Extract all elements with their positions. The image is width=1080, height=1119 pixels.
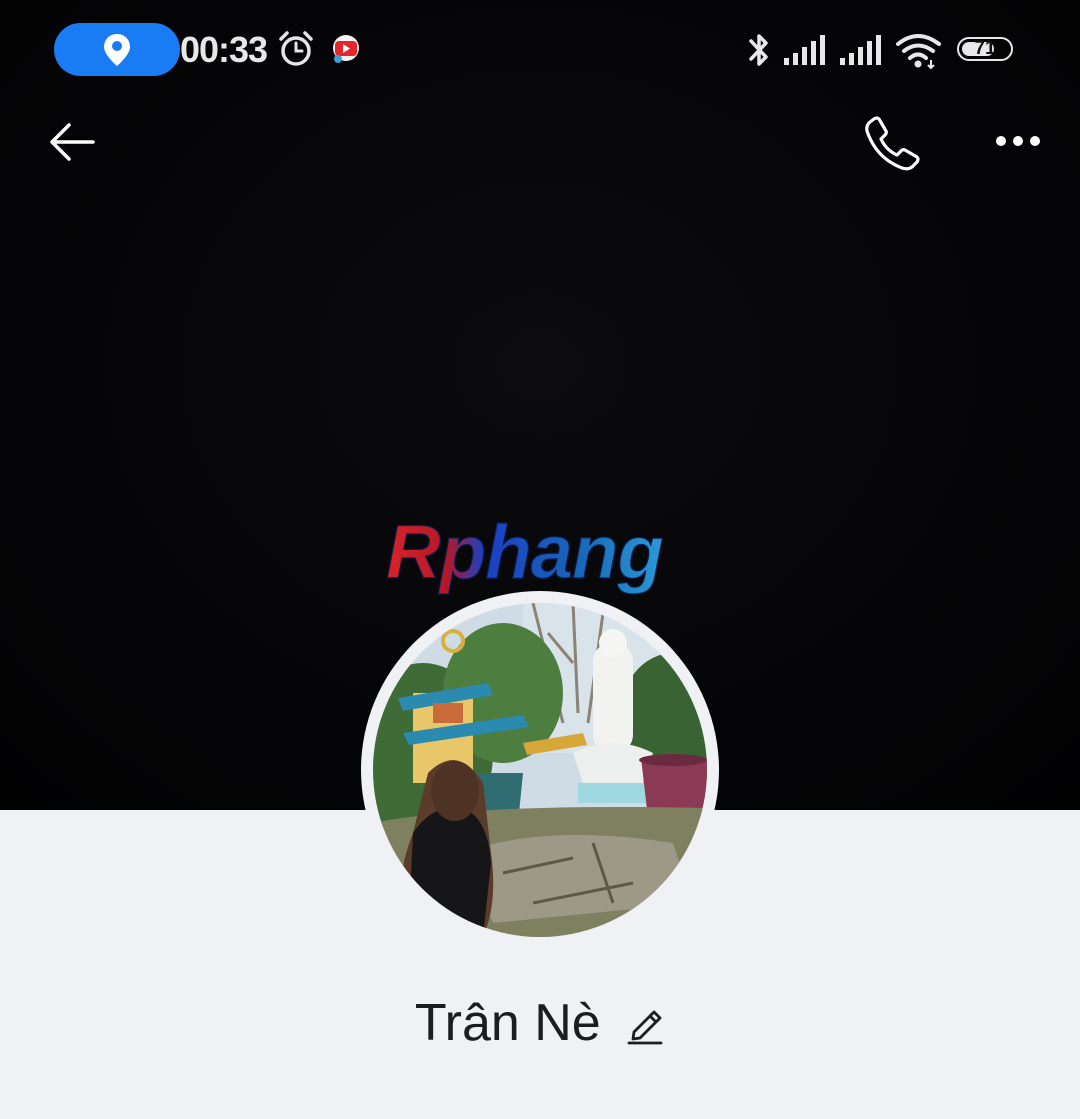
profile-name-row: Trân Nè	[0, 990, 1080, 1056]
avatar[interactable]	[361, 591, 719, 949]
alarm-icon	[279, 31, 313, 66]
youtube-notification-icon	[333, 35, 359, 63]
avatar-photo	[373, 603, 707, 937]
battery-level-text: 71	[974, 38, 996, 59]
signal-icon	[840, 35, 881, 65]
battery-icon: 71	[957, 37, 1013, 61]
more-options-button[interactable]	[990, 113, 1050, 171]
status-bar: 00:33 71	[0, 0, 1080, 100]
location-indicator[interactable]	[54, 23, 180, 76]
location-icon	[104, 34, 130, 66]
pencil-icon	[627, 1010, 663, 1045]
more-horizontal-icon	[996, 136, 1040, 146]
watermark-text: Rphang	[386, 514, 663, 595]
profile-name: Trân Nè	[414, 994, 601, 1052]
back-button[interactable]	[44, 113, 104, 171]
wifi-icon	[896, 34, 941, 70]
edit-name-button[interactable]	[625, 1001, 665, 1045]
signal-icon	[784, 35, 825, 65]
bluetooth-icon	[749, 34, 768, 66]
clock: 00:33	[180, 29, 268, 70]
call-button[interactable]	[862, 113, 922, 171]
phone-icon	[865, 116, 920, 171]
arrow-left-icon	[50, 123, 95, 161]
